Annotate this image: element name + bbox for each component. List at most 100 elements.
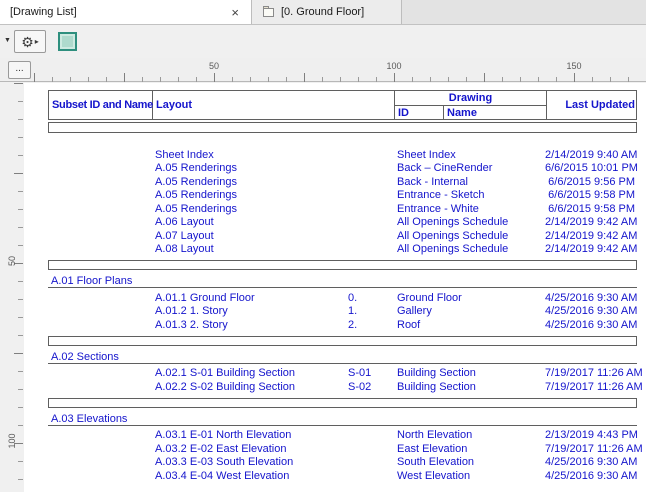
ruler-label: 50: [7, 256, 17, 267]
ruler-strip: ... 50 100 150: [0, 58, 646, 82]
table-row[interactable]: A.02.2 S-02 Building Section S-02 Buildi…: [48, 380, 643, 394]
tab-drawing-list[interactable]: [Drawing List] ×: [0, 0, 252, 24]
cell-drawing-name: West Elevation: [397, 469, 471, 482]
cell-layout: A.07 Layout: [155, 229, 214, 242]
section-separator: [48, 397, 637, 408]
header-last-updated: Last Updated: [546, 91, 638, 119]
cell-drawing-id: 2.: [348, 318, 358, 331]
cell-last-updated: 2/14/2019 9:40 AM: [545, 148, 638, 161]
table-row[interactable]: A.05 Renderings Entrance - Sketch 6/6/20…: [48, 189, 637, 203]
section-title: A.01 Floor Plans: [48, 274, 637, 288]
cell-layout: A.05 Renderings: [155, 189, 237, 202]
subset-group: Sheet Index Sheet Index 2/14/2019 9:40 A…: [48, 148, 638, 257]
table-row[interactable]: A.05 Renderings Back – CineRender 6/6/20…: [48, 162, 638, 176]
cell-layout: A.05 Renderings: [155, 175, 237, 188]
subset-group: A.03 Elevations A.03.1 E-01 North Elevat…: [48, 397, 643, 483]
cell-drawing-name: South Elevation: [397, 456, 475, 469]
cell-last-updated: 6/6/2015 9:56 PM: [548, 175, 635, 188]
table-row[interactable]: A.02.1 S-01 Building Section S-01 Buildi…: [48, 367, 643, 381]
cell-drawing-name: Building Section: [397, 380, 476, 393]
cell-drawing-id: 0.: [348, 291, 358, 304]
cell-layout: A.03.3 E-03 South Elevation: [155, 456, 294, 469]
cell-last-updated: 4/25/2016 9:30 AM: [545, 318, 638, 331]
subset-group: A.01 Floor Plans A.01.1 Ground Floor 0. …: [48, 260, 637, 332]
cell-last-updated: 7/19/2017 11:26 AM: [545, 380, 643, 393]
cell-drawing-name: Building Section: [397, 367, 476, 380]
table-row[interactable]: A.01.1 Ground Floor 0. Ground Floor 4/25…: [48, 291, 637, 305]
teal-swatch-icon: [57, 32, 77, 51]
drawing-list-table: Subset ID and Name Layout Drawing ID Nam…: [48, 90, 643, 483]
ruler-label: 100: [386, 61, 402, 71]
table-row[interactable]: A.03.4 E-04 West Elevation West Elevatio…: [48, 469, 637, 483]
cell-layout: A.05 Renderings: [155, 162, 237, 175]
cell-last-updated: 4/25/2016 9:30 AM: [545, 456, 638, 469]
header-empty-strip: [48, 122, 637, 133]
quick-options-swatch-button[interactable]: [55, 30, 79, 53]
cell-layout: A.03.4 E-04 West Elevation: [155, 469, 290, 482]
cell-layout: A.06 Layout: [155, 216, 214, 229]
cell-drawing-name: East Elevation: [397, 442, 468, 455]
cell-last-updated: 6/6/2015 10:01 PM: [545, 162, 638, 175]
vertical-ruler[interactable]: 50 100: [7, 83, 23, 492]
tab-bar: [Drawing List] × [0. Ground Floor]: [0, 0, 646, 25]
cell-last-updated: 2/14/2019 9:42 AM: [545, 243, 638, 256]
cell-drawing-id: S-01: [348, 367, 372, 380]
table-header: Subset ID and Name Layout Drawing ID Nam…: [48, 90, 637, 120]
cell-last-updated: 4/25/2016 9:30 AM: [545, 469, 638, 482]
ruler-label: 100: [7, 433, 17, 449]
cell-last-updated: 2/13/2019 4:43 PM: [545, 429, 638, 442]
archicad-window: [Drawing List] × [0. Ground Floor] ▼ ⚙ ▸…: [0, 0, 646, 492]
layout-canvas[interactable]: Subset ID and Name Layout Drawing ID Nam…: [24, 83, 646, 492]
cell-drawing-name: All Openings Schedule: [397, 243, 509, 256]
cell-drawing-name: Ground Floor: [397, 291, 462, 304]
cell-layout: Sheet Index: [155, 148, 214, 161]
close-tab-icon[interactable]: ×: [229, 6, 241, 19]
table-row[interactable]: A.08 Layout All Openings Schedule 2/14/2…: [48, 243, 637, 257]
cell-last-updated: 6/6/2015 9:58 PM: [548, 202, 635, 215]
cell-drawing-name: All Openings Schedule: [397, 229, 509, 242]
table-row[interactable]: A.07 Layout All Openings Schedule 2/14/2…: [48, 229, 637, 243]
tab-ground-floor[interactable]: [0. Ground Floor]: [252, 0, 402, 24]
table-row[interactable]: A.06 Layout All Openings Schedule 2/14/2…: [48, 216, 637, 230]
ruler-label: 150: [566, 61, 582, 71]
table-row[interactable]: A.05 Renderings Entrance - White 6/6/201…: [48, 202, 637, 216]
cell-layout: A.02.2 S-02 Building Section: [155, 380, 296, 393]
cell-drawing-name: Roof: [397, 318, 421, 331]
table-row[interactable]: A.03.3 E-03 South Elevation South Elevat…: [48, 456, 637, 470]
section-rows: A.01.1 Ground Floor 0. Ground Floor 4/25…: [48, 291, 637, 332]
cell-drawing-id: 1.: [348, 305, 358, 318]
cell-layout: A.03.1 E-01 North Elevation: [155, 429, 292, 442]
horizontal-ruler[interactable]: 50 100 150: [34, 58, 646, 82]
ruler-options-button[interactable]: ...: [8, 61, 31, 79]
table-row[interactable]: A.03.1 E-01 North Elevation North Elevat…: [48, 429, 638, 443]
table-row[interactable]: A.03.2 E-02 East Elevation East Elevatio…: [48, 442, 643, 456]
cell-drawing-id: S-02: [348, 380, 372, 393]
dropdown-arrow-icon[interactable]: ▼: [4, 37, 11, 44]
flyout-arrow-icon: ▸: [34, 36, 39, 46]
section-rows: A.02.1 S-01 Building Section S-01 Buildi…: [48, 367, 643, 394]
settings-button[interactable]: ⚙ ▸: [14, 30, 46, 53]
table-row[interactable]: A.01.3 2. Story 2. Roof 4/25/2016 9:30 A…: [48, 318, 637, 332]
cell-layout: A.08 Layout: [155, 243, 214, 256]
cell-drawing-name: All Openings Schedule: [397, 216, 509, 229]
table-row[interactable]: A.01.2 1. Story 1. Gallery 4/25/2016 9:3…: [48, 305, 637, 319]
cell-last-updated: 7/19/2017 11:26 AM: [545, 367, 643, 380]
cell-layout: A.05 Renderings: [155, 202, 237, 215]
header-subset: Subset ID and Name: [49, 91, 153, 119]
cell-layout: A.02.1 S-01 Building Section: [155, 367, 296, 380]
cell-last-updated: 7/19/2017 11:26 AM: [545, 442, 643, 455]
cell-drawing-name: Sheet Index: [397, 148, 456, 161]
cell-drawing-name: Back - Internal: [397, 175, 468, 188]
cell-drawing-name: Entrance - White: [397, 202, 479, 215]
cell-layout: A.03.2 E-02 East Elevation: [155, 442, 287, 455]
table-row[interactable]: A.05 Renderings Back - Internal 6/6/2015…: [48, 175, 637, 189]
tab-ground-floor-label: [0. Ground Floor]: [281, 6, 365, 18]
cell-last-updated: 4/25/2016 9:30 AM: [545, 305, 638, 318]
cell-last-updated: 2/14/2019 9:42 AM: [545, 229, 638, 242]
table-row[interactable]: Sheet Index Sheet Index 2/14/2019 9:40 A…: [48, 148, 637, 162]
layout-page-icon: [262, 6, 275, 18]
cell-drawing-name: Entrance - Sketch: [397, 189, 485, 202]
toolbar: ▼ ⚙ ▸: [0, 26, 646, 58]
subset-group: A.02 Sections A.02.1 S-01 Building Secti…: [48, 335, 643, 394]
header-name: Name: [447, 106, 477, 119]
